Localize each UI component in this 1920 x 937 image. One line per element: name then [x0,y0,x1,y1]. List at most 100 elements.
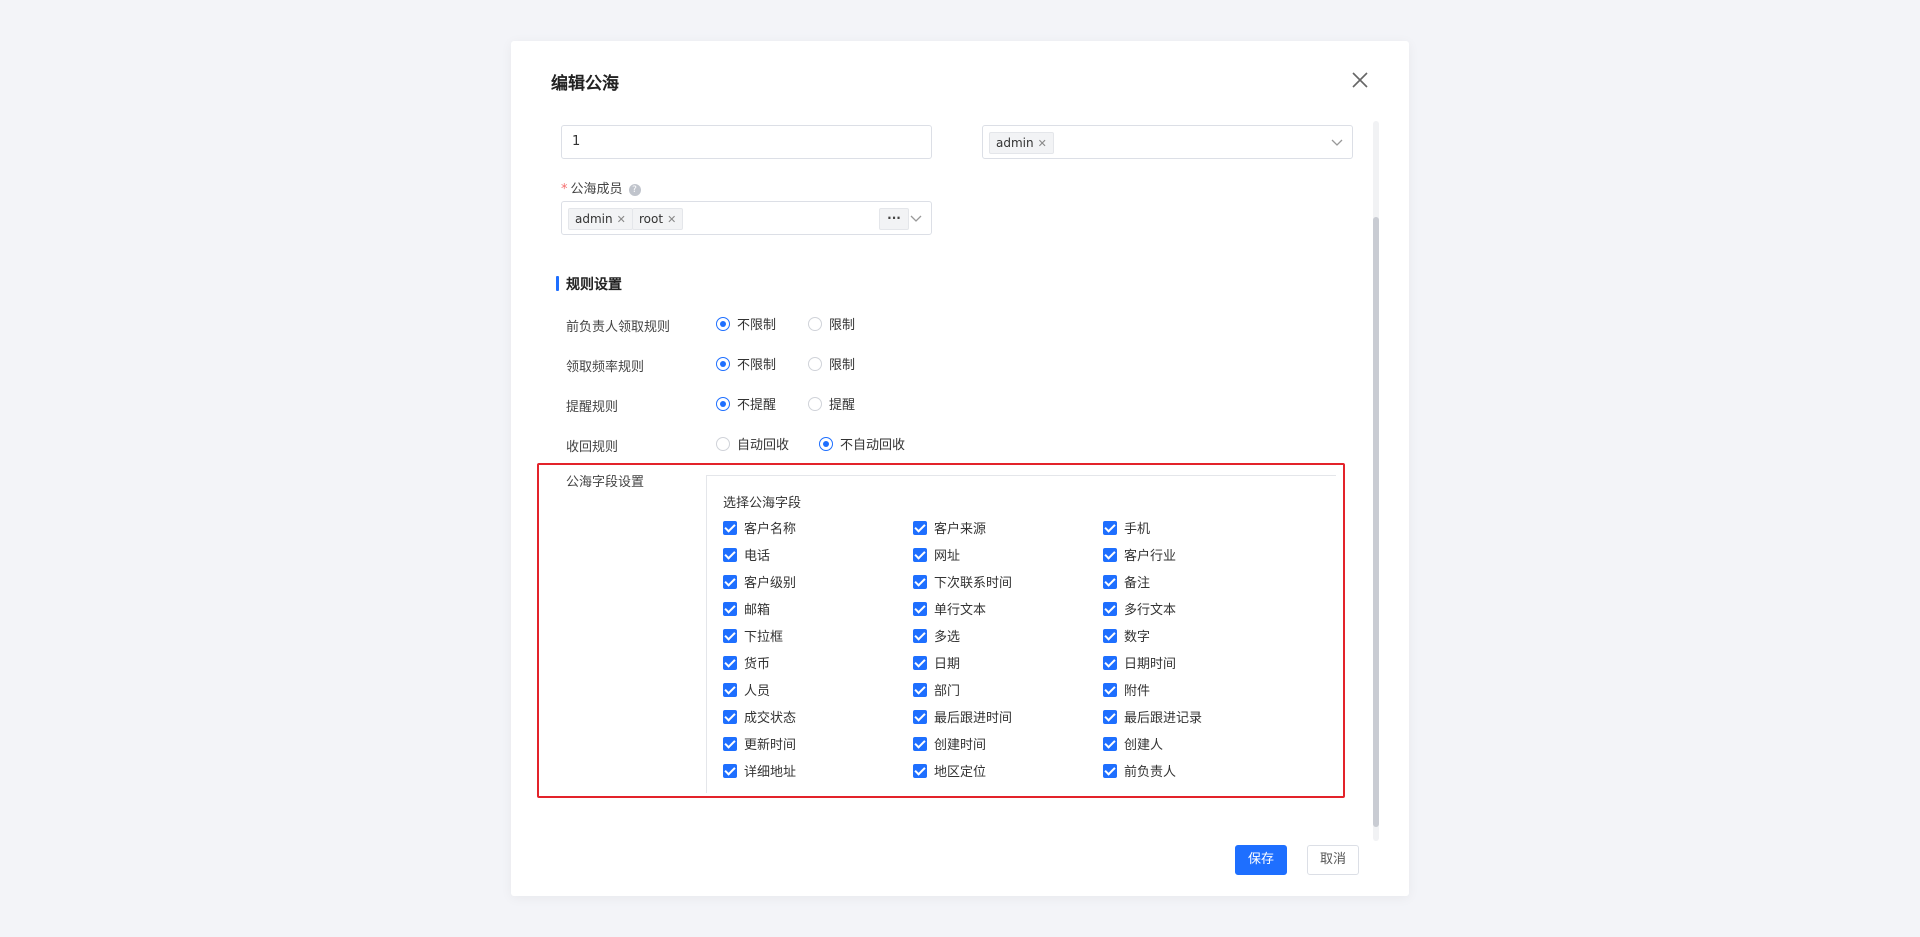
field-checkbox[interactable]: 更新时间 [723,730,913,757]
checkbox-checked-icon [1103,736,1117,751]
field-checkbox-label: 网址 [934,549,961,564]
radio-option[interactable]: 不限制 [716,354,776,373]
field-checkbox[interactable]: 创建人 [1103,730,1293,757]
field-checkbox[interactable]: 电话 [723,541,913,568]
more-members-button[interactable]: ··· [879,208,909,230]
field-checkbox[interactable]: 客户名称 [723,514,913,541]
field-checkbox[interactable]: 前负责人 [1103,757,1293,784]
field-checkbox[interactable]: 人员 [723,676,913,703]
field-checkbox-label: 数字 [1124,630,1151,645]
checkbox-checked-icon [1103,520,1117,535]
checkbox-checked-icon [913,601,927,616]
field-checkbox[interactable]: 附件 [1103,676,1293,703]
radio-option[interactable]: 不提醒 [716,394,776,413]
radio-option[interactable]: 自动回收 [716,434,789,453]
members-select[interactable]: admin ✕ root ✕ ··· [561,201,932,235]
scrollbar-thumb[interactable] [1373,217,1379,827]
radio-label: 不自动回收 [840,438,906,453]
scrollbar[interactable] [1373,121,1379,841]
field-checkbox-label: 多行文本 [1124,603,1177,618]
radio-selected-icon [819,436,833,451]
field-checkbox-label: 下次联系时间 [934,576,1013,591]
field-checkbox-label: 日期 [934,657,961,672]
required-mark: * [561,182,568,197]
close-button[interactable] [1349,69,1371,91]
checkbox-checked-icon [723,709,737,724]
radio-label: 不限制 [737,318,777,333]
member-tag-label: admin [575,212,613,226]
fields-panel: 选择公海字段 客户名称 客户来源 手机电话 网址 客户行业客户级别 下次联系时间 备注邮箱 单… [706,475,1336,793]
field-checkbox[interactable]: 客户来源 [913,514,1103,541]
radio-option[interactable]: 不自动回收 [819,434,905,453]
owner-select[interactable]: admin ✕ [982,125,1353,159]
help-icon[interactable]: ? [628,183,641,196]
field-checkbox-label: 创建人 [1124,738,1164,753]
checkbox-checked-icon [723,763,737,778]
field-checkbox-label: 备注 [1124,576,1151,591]
chevron-down-icon[interactable] [1330,135,1344,149]
field-checkbox-label: 详细地址 [744,765,797,780]
cancel-button[interactable]: 取消 [1307,845,1359,875]
field-checkbox-label: 客户级别 [744,576,797,591]
checkbox-checked-icon [913,763,927,778]
field-checkbox-label: 成交状态 [744,711,797,726]
field-checkbox[interactable]: 客户级别 [723,568,913,595]
fields-setting-label: 公海字段设置 [566,475,645,490]
field-checkbox[interactable]: 创建时间 [913,730,1103,757]
field-checkbox-label: 附件 [1124,684,1151,699]
radio-option[interactable]: 提醒 [808,394,855,413]
radio-option[interactable]: 限制 [808,354,855,373]
tag-remove-icon[interactable]: ✕ [617,213,626,226]
field-checkbox[interactable]: 多选 [913,622,1103,649]
field-checkbox-label: 下拉框 [744,630,784,645]
field-checkbox[interactable]: 货币 [723,649,913,676]
radio-unselected-icon [808,356,822,371]
field-checkbox[interactable]: 多行文本 [1103,595,1293,622]
radio-unselected-icon [808,396,822,411]
field-checkbox[interactable]: 单行文本 [913,595,1103,622]
field-checkbox[interactable]: 详细地址 [723,757,913,784]
radio-label: 限制 [829,318,856,333]
checkbox-checked-icon [723,682,737,697]
field-checkbox[interactable]: 客户行业 [1103,541,1293,568]
field-checkbox[interactable]: 下次联系时间 [913,568,1103,595]
field-checkbox[interactable]: 地区定位 [913,757,1103,784]
field-checkbox-label: 人员 [744,684,771,699]
fields-heading: 选择公海字段 [723,496,802,511]
field-checkbox[interactable]: 网址 [913,541,1103,568]
radio-label: 自动回收 [737,438,790,453]
members-label-text: 公海成员 [570,182,623,197]
field-checkbox-label: 部门 [934,684,961,699]
field-checkbox-label: 创建时间 [934,738,987,753]
owner-tag: admin ✕ [989,132,1054,154]
radio-option[interactable]: 不限制 [716,314,776,333]
field-checkbox[interactable]: 数字 [1103,622,1293,649]
dialog-title: 编辑公海 [551,74,619,94]
field-checkbox[interactable]: 手机 [1103,514,1293,541]
field-checkbox-label: 货币 [744,657,771,672]
field-checkbox[interactable]: 部门 [913,676,1103,703]
checkbox-checked-icon [913,655,927,670]
checkbox-checked-icon [913,736,927,751]
chevron-down-icon[interactable] [909,211,923,225]
radio-option[interactable]: 限制 [808,314,855,333]
tag-remove-icon[interactable]: ✕ [667,213,676,226]
field-checkbox[interactable]: 最后跟进记录 [1103,703,1293,730]
checkbox-checked-icon [1103,628,1117,643]
field-checkbox[interactable]: 下拉框 [723,622,913,649]
field-checkbox[interactable]: 最后跟进时间 [913,703,1103,730]
field-checkbox[interactable]: 邮箱 [723,595,913,622]
members-label: * 公海成员? [561,178,641,197]
field-checkbox-label: 日期时间 [1124,657,1177,672]
field-checkbox-label: 最后跟进时间 [934,711,1013,726]
radio-unselected-icon [808,316,822,331]
field-checkbox[interactable]: 成交状态 [723,703,913,730]
field-checkbox[interactable]: 备注 [1103,568,1293,595]
checkbox-checked-icon [913,628,927,643]
field-checkbox[interactable]: 日期 [913,649,1103,676]
save-button[interactable]: 保存 [1235,845,1287,875]
rule-label: 前负责人领取规则 [566,320,671,335]
field-checkbox[interactable]: 日期时间 [1103,649,1293,676]
pool-name-input[interactable]: 1 [561,125,932,159]
tag-remove-icon[interactable]: ✕ [1038,137,1047,150]
